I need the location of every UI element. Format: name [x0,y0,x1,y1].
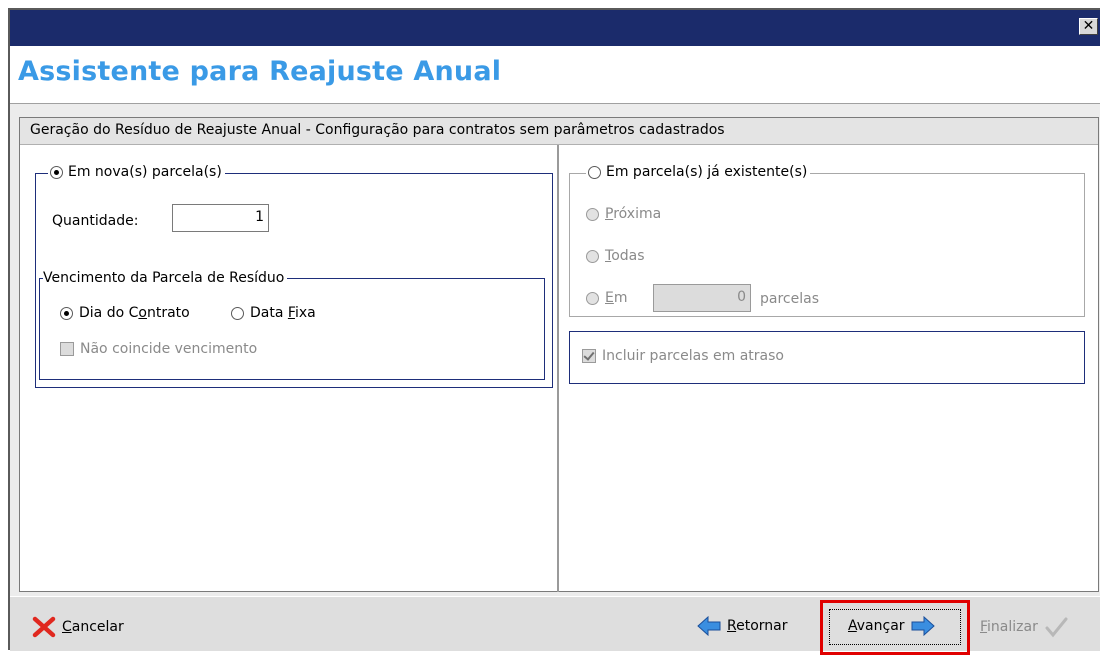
include-overdue-label: Incluir parcelas em atraso [602,348,784,364]
include-overdue-checkbox[interactable] [582,349,596,363]
in-suffix-label: parcelas [760,291,819,307]
panel-divider [557,145,559,592]
new-installments-label: Em nova(s) parcela(s) [68,164,222,180]
quantity-label: Quantidade: [52,213,139,229]
all-option[interactable]: Todas [586,248,645,264]
finish-button[interactable]: Finalizar [980,616,1068,638]
fixed-date-radio[interactable] [231,306,244,320]
back-label: Retornar [727,618,788,634]
existing-installments-option[interactable]: Em parcela(s) já existente(s) [586,164,811,180]
in-count-input[interactable]: 0 [653,284,751,312]
due-date-group [39,278,545,380]
due-date-legend: Vencimento da Parcela de Resíduo [43,270,288,286]
existing-installments-group [569,173,1085,317]
existing-installments-label: Em parcela(s) já existente(s) [606,164,808,180]
new-installments-option[interactable]: Em nova(s) parcela(s) [48,164,225,180]
in-suffix: parcelas [760,291,819,307]
back-button[interactable]: Retornar [697,616,788,636]
in-radio[interactable] [586,291,599,305]
next-label: Avançar [848,618,905,634]
checkmark-icon [1045,617,1068,638]
arrow-left-icon [697,616,721,636]
not-coincide-label: Não coincide vencimento [80,341,258,357]
cancel-label: Cancelar [62,619,124,635]
include-overdue-option[interactable]: Incluir parcelas em atraso [582,348,784,364]
all-radio[interactable] [586,249,599,263]
section-header: Geração do Resíduo de Reajuste Anual - C… [20,118,1098,145]
fixed-date-option[interactable]: Data Fixa [231,305,316,321]
next-button[interactable]: Avançar [848,616,935,636]
title-bar [10,10,1100,46]
next-option[interactable]: Próxima [586,206,661,222]
not-coincide-checkbox[interactable] [60,342,74,356]
contract-day-radio[interactable] [60,306,73,320]
quantity-row: Quantidade: [52,213,138,229]
close-button[interactable]: ✕ [1079,18,1098,35]
cancel-button[interactable]: Cancelar [32,616,124,638]
in-label: Em [605,290,628,306]
section-header-label: Geração do Resíduo de Reajuste Anual - C… [30,122,725,138]
due-date-legend-label: Vencimento da Parcela de Resíduo [43,270,285,286]
arrow-right-icon [911,616,935,636]
wizard-header: Assistente para Reajuste Anual [10,46,1100,104]
cancel-x-icon [32,616,56,638]
new-installments-radio[interactable] [50,165,63,179]
in-option[interactable]: Em [586,290,628,306]
next-radio[interactable] [586,207,599,221]
contract-day-label: Dia do Contrato [79,305,190,321]
fixed-date-label: Data Fixa [250,305,316,321]
not-coincide-option[interactable]: Não coincide vencimento [60,341,257,357]
page-title: Assistente para Reajuste Anual [18,56,502,87]
quantity-input[interactable]: 1 [172,204,269,232]
contract-day-option[interactable]: Dia do Contrato [60,305,190,321]
all-label: Todas [605,248,645,264]
next-label: Próxima [605,206,662,222]
finish-label: Finalizar [980,619,1038,635]
existing-installments-radio[interactable] [588,165,601,179]
